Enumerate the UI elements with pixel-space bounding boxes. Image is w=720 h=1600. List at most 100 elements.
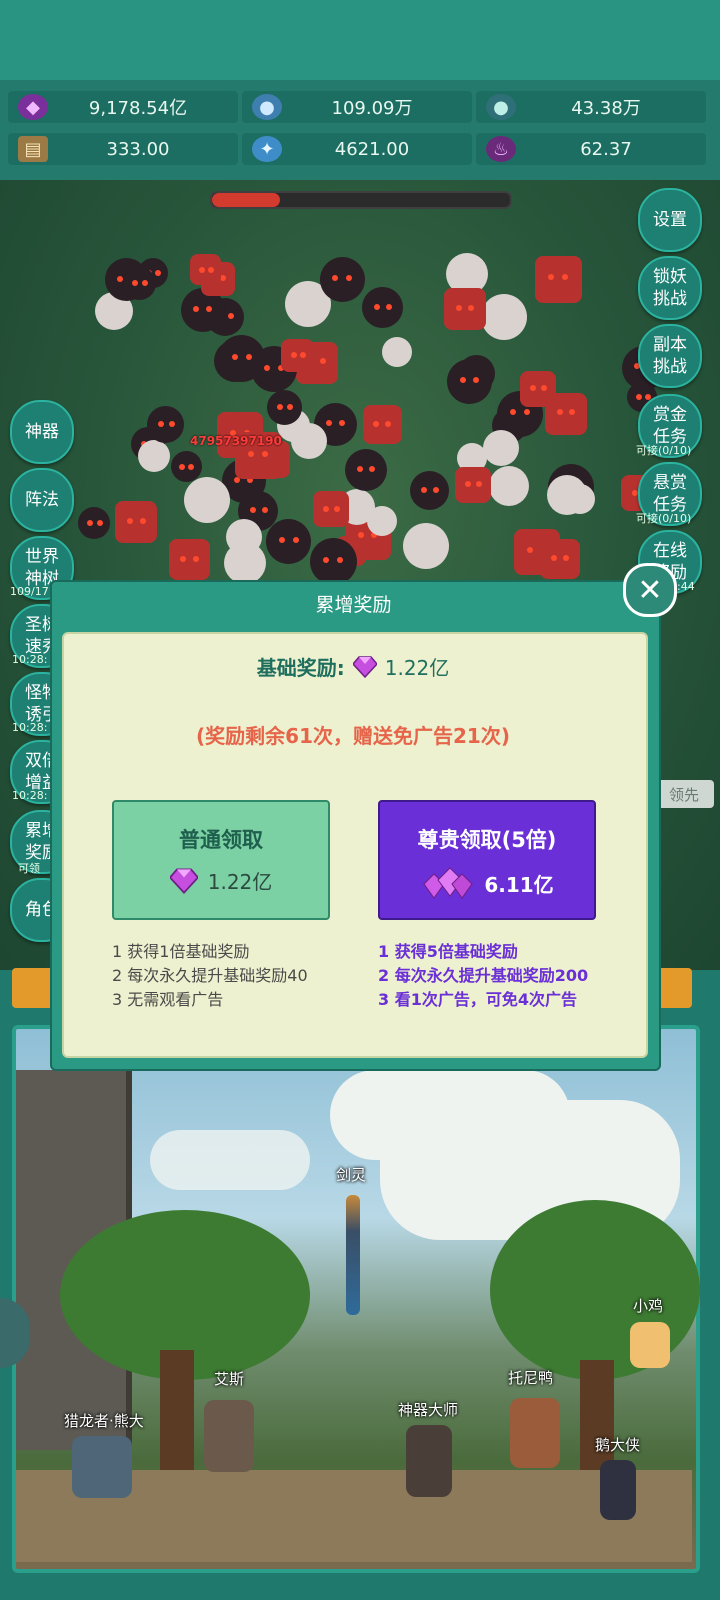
bounty-task-status: 可接(0/10) [636,444,692,457]
premium-claim-description: 1 获得5倍基础奖励 2 每次永久提升基础奖励200 3 看1次广告，可免4次广… [378,940,588,1012]
monster[interactable] [483,429,520,466]
purple-gem-icon [169,867,198,894]
description-line: 2 每次永久提升基础奖励200 [378,966,589,985]
base-reward-row: 基础奖励: 1.22亿 [62,652,644,681]
normal-claim-amount-row: 1.22亿 [114,866,328,895]
monster[interactable] [78,507,111,540]
artifact-master-character[interactable] [406,1425,452,1497]
character-name: 艾斯 [214,1370,245,1388]
premium-claim-button[interactable]: 尊贵领取(5倍) 6.11亿 [378,800,596,920]
monster[interactable] [319,257,365,303]
monster[interactable] [534,255,582,303]
accumulated-reward-status: 可领 [18,862,40,875]
world-tree-progress: 109/17 [10,585,49,598]
resource-gem: ◆ 9,178.54亿 [8,91,238,123]
monster[interactable] [362,404,402,444]
monster[interactable] [225,518,262,555]
monster[interactable] [312,491,349,528]
boss-hp-fill [212,193,280,207]
description-line: 1 获得1倍基础奖励 [112,942,250,961]
modal-title: 累增奖励 [315,594,392,616]
close-button[interactable]: ✕ [623,563,677,617]
dungeon-challenge-button[interactable]: 副本 挑战 [638,324,702,388]
monster[interactable] [455,466,492,503]
premium-claim-title: 尊贵领取(5倍) [417,828,557,852]
side-tag[interactable]: 领先 [654,780,714,808]
holy-tree-timer: 10:28: [12,653,48,666]
monster[interactable] [267,389,303,425]
resource-value: 333.00 [106,138,170,160]
lock-demon-label: 锁妖 挑战 [653,267,687,309]
monster[interactable] [309,537,357,585]
tree-trunk [160,1350,194,1470]
resource-scroll: ▤ 333.00 [8,133,238,165]
character-name: 鹅大侠 [595,1436,641,1454]
lock-demon-challenge-button[interactable]: 锁妖 挑战 [638,256,702,320]
monster[interactable] [295,288,327,320]
character-name: 神器大师 [398,1401,459,1419]
side-tag-label: 领先 [668,785,699,804]
formation-label: 阵法 [25,490,59,510]
resource-pot: ♨ 62.37 [476,133,706,165]
premium-claim-amount: 6.11亿 [484,872,554,897]
monster[interactable] [480,294,527,341]
sword-spirit[interactable] [346,1195,360,1315]
monster[interactable] [290,423,327,460]
resource-value: 4621.00 [334,138,410,160]
premium-claim-amount-row: 6.11亿 [380,866,594,900]
description-line: 3 看1次广告，可免4次广告 [378,990,577,1009]
monster[interactable] [115,501,158,544]
chick-character[interactable] [630,1322,670,1368]
character-name: 小鸡 [633,1297,664,1315]
close-icon: ✕ [637,572,663,608]
normal-claim-button[interactable]: 普通领取 1.22亿 [112,800,330,920]
base-reward-label: 基础奖励: [256,656,345,680]
resource-orb: ● 43.38万 [476,91,706,123]
dungeon-label: 副本 挑战 [653,335,687,377]
damage-number: 47957397190 [190,434,282,448]
tony-duck-character[interactable] [510,1398,560,1468]
monster[interactable] [281,339,315,373]
monster-lure-timer: 10:28: [12,721,48,734]
resource-ice: ✦ 4621.00 [242,133,472,165]
aisi-character[interactable] [204,1400,254,1472]
normal-claim-title: 普通领取 [179,828,263,852]
resource-value: 109.09万 [331,98,413,119]
goose-hero-character[interactable] [600,1460,636,1520]
monster[interactable] [520,370,557,407]
monster[interactable] [367,505,398,536]
purple-gem-icon [352,655,377,678]
artifact-button[interactable]: 神器 [10,400,74,464]
remaining-count-text: (奖励剩余61次，赠送免广告21次) [196,724,510,748]
settings-button[interactable]: 设置 [638,188,702,252]
dragon-hunter-character[interactable] [72,1436,132,1498]
cloud [150,1130,310,1190]
monster[interactable] [168,539,210,581]
formation-button[interactable]: 阵法 [10,468,74,532]
monster[interactable] [381,337,412,368]
resource-value: 9,178.54亿 [88,98,188,119]
monster[interactable] [344,449,387,492]
resource-value: 62.37 [580,138,632,160]
description-line: 2 每次永久提升基础奖励40 [112,966,308,985]
character-name: 猎龙者·熊大 [64,1412,144,1430]
monster[interactable] [488,465,529,506]
purple-pot-icon: ♨ [486,136,516,162]
monster[interactable] [190,254,222,286]
settings-label: 设置 [653,210,687,230]
resource-value: 43.38万 [571,98,641,119]
monster[interactable] [122,267,156,301]
description-line: 3 无需观看广告 [112,990,224,1009]
double-buff-timer: 10:28: [12,789,48,802]
reward-task-status: 可接(0/10) [636,512,692,525]
monster[interactable] [539,538,580,579]
base-reward-value: 1.22亿 [384,656,450,680]
blue-crystal-orb-icon: ● [252,94,282,120]
monster[interactable] [443,288,486,331]
monster[interactable] [183,476,230,523]
monster[interactable] [137,440,170,473]
gem-pile-icon [423,867,473,899]
description-line: 1 获得5倍基础奖励 [378,942,518,961]
normal-claim-description: 1 获得1倍基础奖励 2 每次永久提升基础奖励40 3 无需观看广告 [112,940,308,1012]
monster[interactable] [170,451,202,483]
